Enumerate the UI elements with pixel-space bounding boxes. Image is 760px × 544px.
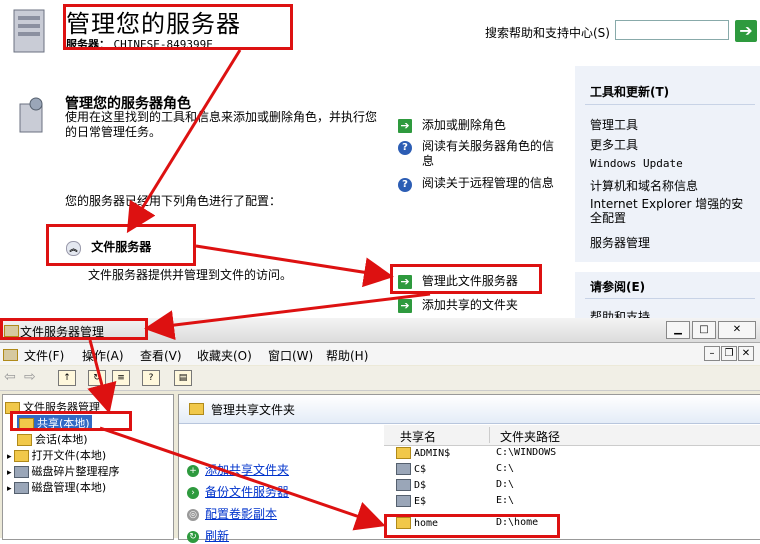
close-icon: ✕ (741, 348, 751, 359)
see-also-heading: 请参阅(E) (590, 280, 646, 294)
maximize-button[interactable]: □ (692, 321, 716, 339)
table-row[interactable]: C$ C:\ (384, 463, 760, 479)
more-tools-link[interactable]: 更多工具 (590, 136, 638, 153)
properties-icon[interactable]: ▤ (174, 370, 192, 386)
server-role-icon (19, 97, 43, 133)
child-minimize-button[interactable]: – (704, 346, 720, 361)
refresh-icon[interactable]: ↻ (88, 370, 106, 386)
column-folder-path[interactable]: 文件夹路径 (500, 428, 560, 445)
section-gap (575, 262, 760, 272)
help-icon[interactable]: ? (142, 370, 160, 386)
server-icon (13, 9, 45, 53)
help-icon: ? (398, 178, 412, 192)
arrow-right-icon: ➔ (398, 299, 412, 313)
table-row[interactable]: D$ D:\ (384, 479, 760, 495)
read-remote-admin-link[interactable]: ? 阅读关于远程管理的信息 (398, 174, 554, 192)
tree-item-defragmenter[interactable]: ▸ 磁盘碎片整理程序 (7, 463, 120, 479)
up-level-icon[interactable]: ↑ (58, 370, 76, 386)
arrow-right-icon: › (187, 486, 199, 499)
divider (585, 298, 755, 299)
column-share-name[interactable]: 共享名 (400, 428, 436, 445)
folder-icon (17, 434, 32, 446)
details-title: 管理共享文件夹 (211, 403, 296, 417)
file-server-description: 文件服务器提供并管理到文件的访问。 (88, 268, 293, 282)
shared-folder-icon (189, 401, 207, 415)
annotation-box (46, 224, 196, 266)
defrag-icon (13, 466, 29, 478)
minimize-icon: ▁ (674, 324, 682, 335)
list-header: 共享名 文件夹路径 (384, 425, 760, 446)
disk-icon (13, 482, 29, 494)
computer-domain-info-link[interactable]: 计算机和域名称信息 (590, 177, 698, 194)
read-roles-link[interactable]: ? 阅读有关服务器角色的信息 (398, 139, 558, 169)
annotation-box (0, 318, 148, 340)
annotation-box (390, 264, 542, 294)
maximize-icon: □ (699, 324, 709, 335)
tree-item-open-files[interactable]: ▸ 打开文件(本地) (7, 447, 106, 463)
expand-icon[interactable]: ▸ (7, 484, 12, 494)
tools-sidebar: 工具和更新(T) 管理工具 更多工具 Windows Update 计算机和域名… (575, 66, 760, 324)
roles-description: 使用在这里找到的工具和信息来添加或删除角色，并执行您的日常管理任务。 (65, 110, 378, 139)
back-icon[interactable]: ⇦ (4, 369, 16, 385)
menu-bar: 文件(F) 操作(A) 查看(V) 收藏夹(O) 窗口(W) 帮助(H) – ❐… (0, 343, 760, 365)
search-go-button[interactable]: ➔ (735, 20, 757, 42)
menu-help[interactable]: 帮助(H) (326, 347, 368, 364)
arrow-right-icon: ➔ (739, 21, 753, 40)
configured-text: 您的服务器已经用下列角色进行了配置： (65, 194, 282, 208)
ie-esc-link[interactable]: Internet Explorer 增强的安全配置 (590, 197, 750, 225)
tree-item-disk-management[interactable]: ▸ 磁盘管理(本地) (7, 479, 106, 495)
close-button[interactable]: ✕ (718, 321, 756, 339)
task-refresh[interactable]: ↻ 刷新 (187, 527, 229, 544)
menu-window[interactable]: 窗口(W) (268, 347, 313, 364)
task-pane: + 添加共享文件夹 › 备份文件服务器 ◎ 配置卷影副本 ↻ 刷新 (179, 425, 384, 543)
shared-drive-icon (396, 479, 411, 491)
server-management-link[interactable]: 服务器管理 (590, 234, 650, 251)
arrow-right-icon: ➔ (398, 119, 412, 133)
expand-icon[interactable]: ▸ (7, 452, 12, 462)
admin-tools-link[interactable]: 管理工具 (590, 116, 638, 133)
minimize-button[interactable]: ▁ (666, 321, 690, 339)
minimize-icon: – (709, 348, 715, 359)
refresh-icon: ↻ (187, 530, 199, 543)
child-restore-button[interactable]: ❐ (721, 346, 737, 361)
folder-icon (13, 450, 29, 462)
shared-drive-icon (396, 495, 411, 507)
task-add-share[interactable]: + 添加共享文件夹 (187, 461, 289, 478)
menu-view[interactable]: 查看(V) (140, 347, 182, 364)
export-list-icon[interactable]: ≡ (112, 370, 130, 386)
search-label: 搜索帮助和支持中心(S) (485, 26, 610, 40)
help-icon: ? (398, 141, 412, 155)
app-icon (3, 347, 21, 361)
annotation-box (384, 514, 560, 538)
tools-heading: 工具和更新(T) (590, 85, 670, 99)
forward-icon[interactable]: ⇨ (24, 369, 36, 385)
close-icon: ✕ (732, 324, 742, 335)
expand-icon[interactable]: ▸ (7, 468, 12, 478)
shared-drive-icon (396, 463, 411, 475)
shadow-copy-icon: ◎ (187, 508, 199, 521)
add-icon: + (187, 464, 199, 477)
divider (585, 104, 755, 105)
column-divider (489, 427, 490, 443)
add-shared-folder-link[interactable]: ➔ 添加共享的文件夹 (398, 296, 518, 313)
windows-update-link[interactable]: Windows Update (590, 157, 683, 170)
toolbar: ⇦ ⇨ ↑ ↻ ≡ ? ▤ (0, 366, 760, 391)
table-row[interactable]: ADMIN$ C:\WINDOWS (384, 447, 760, 463)
task-shadow-copies[interactable]: ◎ 配置卷影副本 (187, 505, 277, 522)
details-header: 管理共享文件夹 (179, 395, 760, 424)
task-backup[interactable]: › 备份文件服务器 (187, 483, 289, 500)
annotation-box (63, 4, 293, 50)
child-close-button[interactable]: ✕ (738, 346, 754, 361)
menu-favorites[interactable]: 收藏夹(O) (197, 347, 252, 364)
table-row[interactable]: E$ E:\ (384, 495, 760, 511)
menu-file[interactable]: 文件(F) (24, 347, 64, 364)
shared-folder-icon (396, 447, 411, 459)
search-input[interactable] (615, 20, 729, 40)
restore-icon: ❐ (724, 348, 734, 359)
menu-action[interactable]: 操作(A) (82, 347, 124, 364)
tree-item-sessions[interactable]: 会话(本地) (17, 431, 88, 447)
add-remove-role-link[interactable]: ➔ 添加或删除角色 (398, 116, 506, 133)
annotation-box (10, 411, 132, 431)
